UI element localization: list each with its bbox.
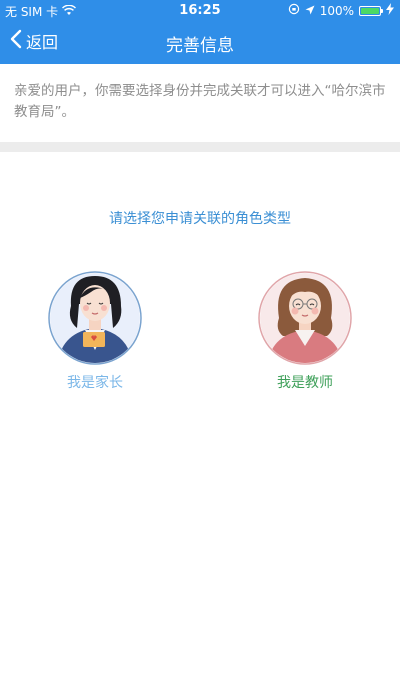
status-bar: 无 SIM 卡 16:25 100%	[0, 0, 400, 20]
location-icon	[305, 4, 315, 18]
page-title: 完善信息	[166, 36, 234, 56]
parent-role-label: 我是家长	[67, 375, 123, 391]
role-prompt: 请选择您申请关联的角色类型	[109, 211, 291, 227]
battery-percent: 100%	[319, 3, 354, 18]
notice-text: 亲爱的用户，你需要选择身份并完成关联才可以进入“哈尔滨市教育局”。	[0, 64, 400, 142]
charging-icon	[386, 3, 394, 18]
teacher-role-label: 我是教师	[277, 375, 333, 391]
teacher-avatar-icon	[258, 271, 352, 365]
header: 无 SIM 卡 16:25 100% 返回 完善信息	[0, 0, 400, 64]
status-right: 100%	[288, 3, 394, 18]
section-divider	[0, 142, 400, 152]
teacher-role-option[interactable]: 我是教师	[245, 270, 365, 392]
parent-role-option[interactable]: 我是家长	[35, 270, 155, 392]
battery-icon	[359, 5, 383, 16]
nav-bar: 返回 完善信息	[0, 20, 400, 64]
parent-avatar-icon	[48, 271, 142, 365]
rotation-lock-icon	[288, 3, 300, 18]
